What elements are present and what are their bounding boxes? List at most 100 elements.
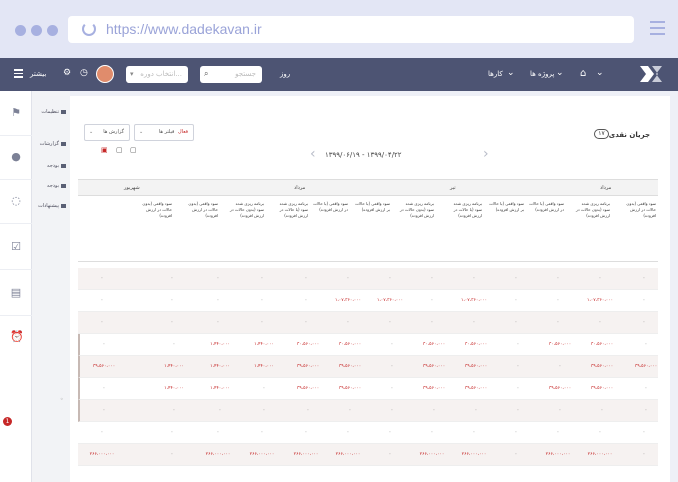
table-cell: ۰ [516, 364, 520, 369]
table-cell: ۳۹،۵۶۰،۰۰۰ [464, 386, 488, 391]
column-header: برنامه ریزی شده سود (با حالات در ارزش اف… [453, 201, 482, 218]
url-text: https://www.dadekavan.ir [106, 21, 262, 37]
calendar-month-icon[interactable]: ▣ [101, 146, 108, 154]
table-cell: ۰ [388, 320, 392, 325]
table-cell: ۰ [644, 386, 648, 391]
day-link[interactable]: روز [280, 70, 290, 78]
brand-logo[interactable] [638, 64, 664, 84]
table-cell: ۰ [516, 408, 520, 413]
table-cell: ۱،۴۴۰،۰۰۰ [254, 342, 274, 347]
table-cell: ۰ [556, 320, 560, 325]
sidebar-item-proposals[interactable]: پیشنهادات [38, 203, 66, 209]
sidebar-item-settings[interactable]: تنظیمات [41, 109, 66, 115]
table-cell: ۰ [642, 430, 646, 435]
table-cell: ۰ [260, 276, 264, 281]
proposals-icon [61, 203, 66, 208]
budget-icon [61, 183, 66, 188]
browser-menu-icon[interactable] [650, 21, 665, 39]
table-cell: ۰ [644, 342, 648, 347]
month-header: مرداد [294, 185, 306, 191]
nav-link-projects[interactable]: پروژه ها [530, 70, 554, 78]
lightbulb-icon[interactable]: ◌ [10, 195, 22, 207]
alarm-icon[interactable]: ⏰ [10, 331, 24, 343]
clock-icon[interactable]: ◷ [80, 68, 88, 78]
menu-icon[interactable] [14, 69, 23, 80]
chevron-down-icon: ⌄ [139, 129, 144, 135]
search-input[interactable]: ⌕ جستجو [200, 66, 262, 83]
table-cell: ۰ [306, 408, 310, 413]
table-cell: ۰ [642, 298, 646, 303]
reload-icon[interactable] [82, 22, 96, 36]
flag-icon[interactable]: ⚑ [10, 107, 22, 119]
table-cell: ۰ [262, 386, 266, 391]
table-cell: ۱،۰۷،۳۶۰،۰۰۰ [460, 298, 488, 303]
table-cell: ۰ [170, 320, 174, 325]
column-header: سود واقعی (بدون حالات در ارزش افزوده) [188, 201, 218, 218]
date-range: ۱۳۹۹/۰۶/۱۹ - ۱۳۹۹/۰۴/۲۲ [325, 151, 402, 159]
table-cell: ۰ [556, 430, 560, 435]
left-rail: ⚑ ● ◌ ☑ ▤ ⏰ 1 [0, 91, 32, 482]
table-cell: ۰ [430, 276, 434, 281]
table-cell: ۰ [102, 386, 106, 391]
user-icon[interactable]: ● [10, 151, 22, 163]
table-cell: ۰ [390, 342, 394, 347]
column-header: سود واقعی (با حالات بر ارزش افزوده) [489, 201, 524, 212]
table-cell: ۰ [474, 408, 478, 413]
sidebar-item-budget-2[interactable]: بودجه [47, 183, 66, 189]
chevron-down-icon: ⌄ [596, 68, 604, 78]
chat-icon[interactable]: ▤ [10, 287, 22, 299]
table-cell: ۰ [172, 408, 176, 413]
calendar-week-icon[interactable]: ▢ [116, 146, 123, 154]
next-period-icon[interactable]: › [483, 146, 489, 162]
table-cell: ۳۹،۵۶۰،۰۰۰ [92, 364, 116, 369]
sidebar-item-reports[interactable]: گزارشات [40, 141, 66, 147]
collapse-handle-icon[interactable]: ◦ [60, 396, 64, 403]
table-cell: ۰ [216, 298, 220, 303]
home-icon[interactable]: ⌂ [580, 68, 586, 79]
more-link[interactable]: بیشتر [30, 70, 46, 78]
calendar-day-icon[interactable]: ▢ [130, 146, 137, 154]
table-cell: ۰ [304, 430, 308, 435]
filters-dropdown[interactable]: ⌄ فعال فیلتر ها [134, 124, 194, 141]
table-cell: ۰ [514, 452, 518, 457]
nav-link-tasks[interactable]: کارها [488, 70, 503, 78]
period-select[interactable]: ▾ انتخاب دوره... [126, 66, 188, 83]
chevron-down-icon: ▾ [130, 70, 134, 78]
table-cell: ۳۰،۵۶۰،۰۰۰ [338, 342, 362, 347]
sidebar-item-budget[interactable]: بودجه [47, 163, 66, 169]
table-cell: ۱،۴۴۰،۰۰۰ [210, 386, 230, 391]
table-cell: ۰ [430, 320, 434, 325]
table-cell: ۳۰،۵۶۰،۰۰۰ [422, 342, 446, 347]
avatar[interactable] [96, 65, 114, 83]
table-cell: ۲۶۶،۰۰۰،۰۰۰ [293, 452, 319, 457]
filters-dropdown-value: فعال [178, 129, 188, 135]
chevron-down-icon: ⌄ [556, 68, 564, 78]
secondary-sidebar: تنظیمات گزارشات بودجه بودجه پیشنهادات ◦ [32, 91, 70, 482]
reports-dropdown[interactable]: ⌄ گزارش ها [84, 124, 130, 141]
table-cell: ۰ [516, 386, 520, 391]
prev-period-icon[interactable]: ‹ [310, 146, 316, 162]
month-header: تیر [450, 185, 456, 191]
table-cell: ۰ [598, 320, 602, 325]
table-cell: ۰ [430, 298, 434, 303]
gear-icon[interactable]: ⚙ [63, 68, 71, 78]
reports-dropdown-label: گزارش ها [103, 129, 124, 135]
table-cell: ۰ [346, 430, 350, 435]
table-row: ۰ ۲۶۶،۰۰۰،۰۰۰ ۲۶۶،۰۰۰،۰۰۰ ۰ ۲۶۶،۰۰۰،۰۰۰ ۲۶۶،۰… [78, 444, 658, 466]
clipboard-check-icon[interactable]: ☑ [10, 241, 22, 253]
table-row: ۰ ۰ ۰ ۰ ۰ ۰ ۰ ۰ ۰ ۰ ۰ ۰ ۰ [78, 400, 658, 422]
table-cell: ۳۰،۵۶۰،۰۰۰ [590, 342, 614, 347]
address-bar[interactable]: https://www.dadekavan.ir [68, 16, 634, 43]
table-cell: ۲۶۶،۰۰۰،۰۰۰ [461, 452, 487, 457]
table-cell: ۰ [216, 276, 220, 281]
table-cell: ۰ [102, 342, 106, 347]
table-cell: ۲۶۶،۰۰۰،۰۰۰ [89, 452, 115, 457]
table-cell: ۰ [170, 298, 174, 303]
table-cell: ۰ [346, 276, 350, 281]
table-cell: ۰ [556, 276, 560, 281]
table-cell: ۳۹،۵۶۰،۰۰۰ [548, 386, 572, 391]
month-header: مرداد [600, 185, 612, 191]
chevron-down-icon: ⌄ [89, 129, 94, 135]
table-cell: ۰ [216, 430, 220, 435]
column-header: سود واقعی (با حالات در ارزش افزوده) [529, 201, 564, 212]
